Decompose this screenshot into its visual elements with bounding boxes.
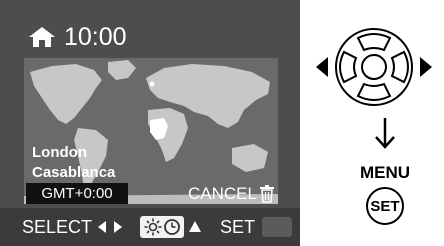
menu-set-button[interactable]: SET bbox=[366, 187, 404, 225]
right-arrow-icon bbox=[420, 57, 432, 77]
camera-lcd-screen: 10:00 London Casablanca GMT+0:00 CANCEL bbox=[0, 0, 300, 246]
set-label: SET bbox=[220, 217, 256, 237]
select-label: SELECT bbox=[22, 217, 93, 237]
left-arrow-icon bbox=[316, 57, 328, 77]
map-land-greenland bbox=[108, 60, 136, 80]
cancel-control[interactable]: CANCEL bbox=[188, 183, 275, 205]
set-button-glyph bbox=[262, 217, 292, 237]
left-right-arrows-icon bbox=[98, 221, 122, 233]
map-land-australia bbox=[232, 144, 268, 172]
up-arrow-icon bbox=[189, 221, 201, 232]
menu-label: MENU bbox=[359, 163, 411, 182]
trash-icon bbox=[259, 185, 274, 203]
gmt-offset: GMT+0:00 bbox=[26, 183, 128, 204]
down-arrow-icon bbox=[375, 118, 395, 149]
sun-icon bbox=[144, 218, 161, 236]
daylight-saving-toggle[interactable] bbox=[140, 216, 184, 238]
city-name-casablanca: Casablanca bbox=[32, 164, 116, 181]
cancel-label: CANCEL bbox=[188, 184, 257, 203]
home-time-row: 10:00 bbox=[28, 22, 127, 52]
clock-icon bbox=[163, 219, 180, 235]
map-city-marker bbox=[149, 81, 155, 87]
home-icon bbox=[29, 27, 55, 47]
map-land-north-america bbox=[30, 64, 102, 124]
guide-bar: SELECT SET bbox=[0, 208, 300, 246]
cursor-button-icon[interactable] bbox=[314, 24, 434, 110]
home-time: 10:00 bbox=[64, 23, 127, 51]
city-name-london: London bbox=[32, 144, 87, 161]
